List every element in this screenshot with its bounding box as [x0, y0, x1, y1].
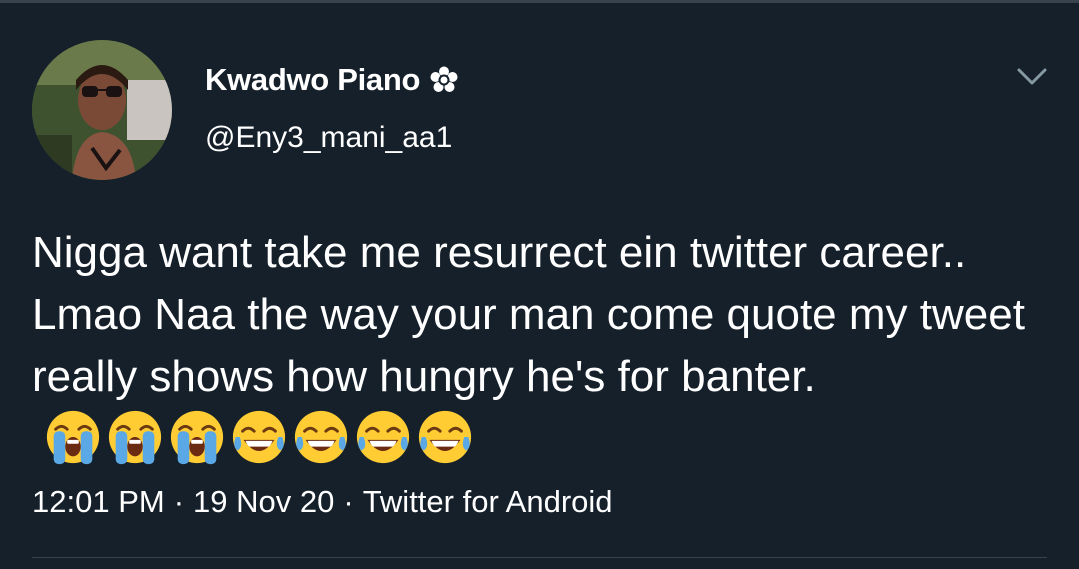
- tweet-source[interactable]: Twitter for Android: [363, 484, 613, 520]
- tears-of-joy-face-icon: [418, 411, 472, 464]
- tweet-card: Kwadwo Piano @Eny3_mani_aa1 Nigga want t…: [0, 0, 1079, 569]
- top-divider: [0, 0, 1079, 3]
- tweet-text: Nigga want take me resurrect ein twitter…: [32, 222, 1042, 470]
- emoji-row: [44, 408, 478, 466]
- chevron-down-icon: [1017, 68, 1047, 85]
- more-options-button[interactable]: [1012, 57, 1052, 97]
- separator: ·: [343, 484, 354, 519]
- tweet-meta: 12:01 PM · 19 Nov 20 · Twitter for Andro…: [32, 484, 613, 520]
- loudly-crying-face-icon: [46, 411, 100, 465]
- tweet-time[interactable]: 12:01 PM: [32, 484, 165, 520]
- tears-of-joy-face-icon: [232, 411, 286, 464]
- separator: ·: [173, 484, 185, 519]
- tweet-body: Nigga want take me resurrect ein twitter…: [32, 228, 1025, 401]
- tweet-date[interactable]: 19 Nov 20: [193, 484, 334, 520]
- flower-badge-icon: [429, 65, 459, 95]
- avatar[interactable]: [32, 40, 172, 180]
- tears-of-joy-face-icon: [294, 411, 348, 464]
- tears-of-joy-face-icon: [356, 411, 410, 464]
- display-name[interactable]: Kwadwo Piano: [205, 62, 420, 98]
- loudly-crying-face-icon: [170, 411, 224, 465]
- author-handle[interactable]: @Eny3_mani_aa1: [205, 121, 452, 155]
- loudly-crying-face-icon: [108, 411, 162, 465]
- bottom-divider: [32, 557, 1047, 558]
- author-name-row[interactable]: Kwadwo Piano: [205, 58, 459, 102]
